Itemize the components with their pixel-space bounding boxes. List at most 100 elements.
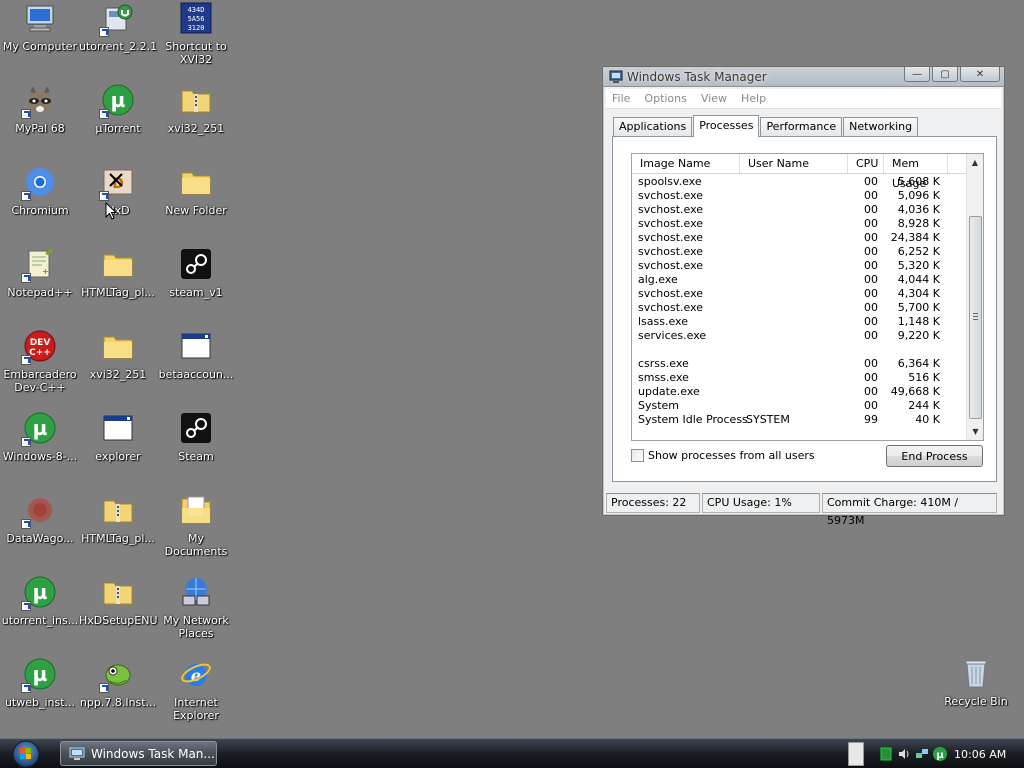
desktop-icon-windows8[interactable]: µ Windows-8-...	[1, 412, 79, 463]
process-row[interactable]: svchost.exe 00 4,036 K	[632, 203, 964, 217]
process-row[interactable]: lsass.exe 00 1,148 K	[632, 315, 964, 329]
scroll-down-icon[interactable]: ▼	[967, 423, 983, 440]
desktop-icon-recycle-bin[interactable]: Recycle Bin	[937, 657, 1015, 708]
desktop-icon-htmltag-folder[interactable]: HTMLTag_pl...	[79, 248, 157, 299]
vertical-scrollbar[interactable]: ▲ ▼	[966, 154, 983, 440]
tab-processes[interactable]: Processes	[693, 115, 760, 137]
process-row[interactable]: svchost.exe 00 6,252 K	[632, 245, 964, 259]
process-row[interactable]: svchost.exe 00 5,096 K	[632, 189, 964, 203]
process-row[interactable]: System Idle Process SYSTEM 99 40 K	[632, 413, 964, 427]
process-image-name	[632, 343, 740, 357]
show-all-users-option[interactable]: Show processes from all users	[631, 449, 815, 462]
desktop-icon-datawagon[interactable]: DataWago...	[1, 494, 79, 545]
menu-view[interactable]: View	[701, 92, 727, 105]
task-manager-icon	[69, 747, 85, 760]
maximize-button[interactable]: ▢	[932, 67, 958, 82]
scroll-thumb[interactable]	[969, 216, 982, 419]
desktop-icon-mypal[interactable]: MyPal 68	[1, 84, 79, 135]
process-cpu: 00	[864, 301, 878, 314]
desktop-icon-npp-inst[interactable]: npp.7.8.Inst...	[79, 658, 157, 709]
desktop-icon-devcpp[interactable]: DEV C++ Embarcadero Dev-C++	[1, 330, 79, 394]
process-image-name: svchost.exe	[638, 287, 704, 300]
process-row[interactable]: update.exe 00 49,668 K	[632, 385, 964, 399]
column-mem-usage[interactable]: Mem Usage	[884, 154, 948, 190]
column-cpu[interactable]: CPU	[848, 154, 884, 173]
desktop-icon-hxd[interactable]: D HxD	[79, 166, 157, 217]
process-cpu	[848, 343, 884, 357]
desktop-icon-xvi32-zip[interactable]: xvi32_251	[157, 84, 235, 135]
tray-utorrent-icon[interactable]: µ	[932, 746, 948, 762]
folder-icon	[102, 330, 134, 362]
column-image-name[interactable]: Image Name	[632, 154, 740, 173]
menu-file[interactable]: File	[612, 92, 630, 105]
taskbar: Windows Task Man... µ 10:06 AM	[0, 738, 1024, 768]
tray-network-icon[interactable]	[914, 746, 930, 762]
process-user-name	[740, 203, 848, 217]
desktop-icon-steam[interactable]: Steam	[157, 412, 235, 463]
desktop-icon-network-places[interactable]: My Network Places	[157, 576, 235, 640]
zip-folder-icon	[102, 494, 134, 526]
end-process-button[interactable]: End Process	[886, 445, 983, 467]
desktop-icon-explorer[interactable]: explorer	[79, 412, 157, 463]
process-row[interactable]	[632, 343, 964, 357]
process-list[interactable]: Image Name User Name CPU Mem Usage spool…	[631, 153, 984, 441]
desktop-icon-my-computer[interactable]: My Computer	[1, 2, 79, 53]
desktop-icon-my-documents[interactable]: My Documents	[157, 494, 235, 558]
process-row[interactable]: svchost.exe 00 5,700 K	[632, 301, 964, 315]
process-mem-usage	[884, 343, 948, 357]
process-row[interactable]: smss.exe 00 516 K	[632, 371, 964, 385]
input-language-icon[interactable]	[848, 742, 864, 766]
process-row[interactable]: svchost.exe 00 24,384 K	[632, 231, 964, 245]
desktop-icon-betaaccount[interactable]: betaaccoun...	[157, 330, 235, 381]
menu-help[interactable]: Help	[741, 92, 766, 105]
tab-networking[interactable]: Networking	[843, 117, 919, 137]
process-row[interactable]: alg.exe 00 4,044 K	[632, 273, 964, 287]
task-manager-icon	[609, 70, 623, 83]
menu-options[interactable]: Options	[644, 92, 686, 105]
mouse-cursor-icon	[105, 202, 117, 220]
desktop-icon-hxdsetup[interactable]: HxDSetupENU	[79, 576, 158, 627]
desktop-icon-utorrent[interactable]: µ µTorrent	[79, 84, 157, 135]
tab-applications[interactable]: Applications	[613, 117, 693, 137]
desktop-icon-new-folder[interactable]: New Folder	[157, 166, 235, 217]
desktop-icon-xvi32-folder[interactable]: xvi32_251	[79, 330, 157, 381]
taskbar-button-task-manager[interactable]: Windows Task Man...	[60, 741, 217, 766]
process-row[interactable]: System 00 244 K	[632, 399, 964, 413]
process-row[interactable]: svchost.exe 00 5,320 K	[632, 259, 964, 273]
desktop-icon-xvi32-shortcut[interactable]: 434D 5A56 3120 Shortcut to XVI32	[157, 2, 235, 66]
task-manager-window[interactable]: Windows Task Manager — ▢ ✕ File Options …	[602, 66, 1005, 527]
start-button[interactable]	[8, 740, 44, 768]
desktop-icon-ie[interactable]: e Internet Explorer	[157, 658, 235, 722]
tab-performance[interactable]: Performance	[760, 117, 843, 137]
process-row[interactable]: svchost.exe 00 4,304 K	[632, 287, 964, 301]
scroll-up-icon[interactable]: ▲	[967, 154, 983, 171]
minimize-button[interactable]: —	[904, 67, 930, 82]
process-mem-usage: 5,700 K	[897, 301, 940, 314]
desktop-icon-notepadpp[interactable]: ++ Notepad++	[1, 248, 79, 299]
close-button[interactable]: ✕	[960, 67, 1000, 82]
datawagon-icon	[21, 494, 56, 529]
column-user-name[interactable]: User Name	[740, 154, 848, 173]
tray-green-icon[interactable]	[878, 746, 894, 762]
title-bar[interactable]: Windows Task Manager — ▢ ✕	[603, 67, 1004, 87]
desktop-icon-steam-v1[interactable]: steam_v1	[157, 248, 235, 299]
desktop-icon-htmltag-zip[interactable]: HTMLTag_pl...	[79, 494, 157, 545]
process-user-name	[740, 371, 848, 385]
process-row[interactable]: services.exe 00 9,220 K	[632, 329, 964, 343]
process-row[interactable]: csrss.exe 00 6,364 K	[632, 357, 964, 371]
status-bar: Processes: 22 CPU Usage: 1% Commit Charg…	[606, 493, 1001, 527]
shortcut-arrow-icon	[21, 191, 31, 201]
desktop-icon-utweb[interactable]: µ utweb_inst...	[1, 658, 79, 709]
show-all-users-checkbox[interactable]	[631, 449, 644, 462]
desktop-icon-label: HTMLTag_pl...	[81, 532, 155, 545]
desktop-icon-chromium[interactable]: Chromium	[1, 166, 79, 217]
processes-panel: Image Name User Name CPU Mem Usage spool…	[612, 136, 997, 482]
process-row[interactable]: svchost.exe 00 8,928 K	[632, 217, 964, 231]
clock[interactable]: 10:06 AM	[954, 748, 1006, 761]
svg-text:µ: µ	[33, 416, 48, 440]
process-mem-usage: 5,320 K	[897, 259, 940, 272]
desktop-icon-utorrent-ins[interactable]: µ utorrent_ins...	[1, 576, 79, 627]
tray-sound-icon[interactable]	[896, 746, 912, 762]
process-row[interactable]: spoolsv.exe 00 5,608 K	[632, 175, 964, 189]
desktop-icon-utorrent-221[interactable]: utorrent_2.2.1	[79, 2, 157, 53]
